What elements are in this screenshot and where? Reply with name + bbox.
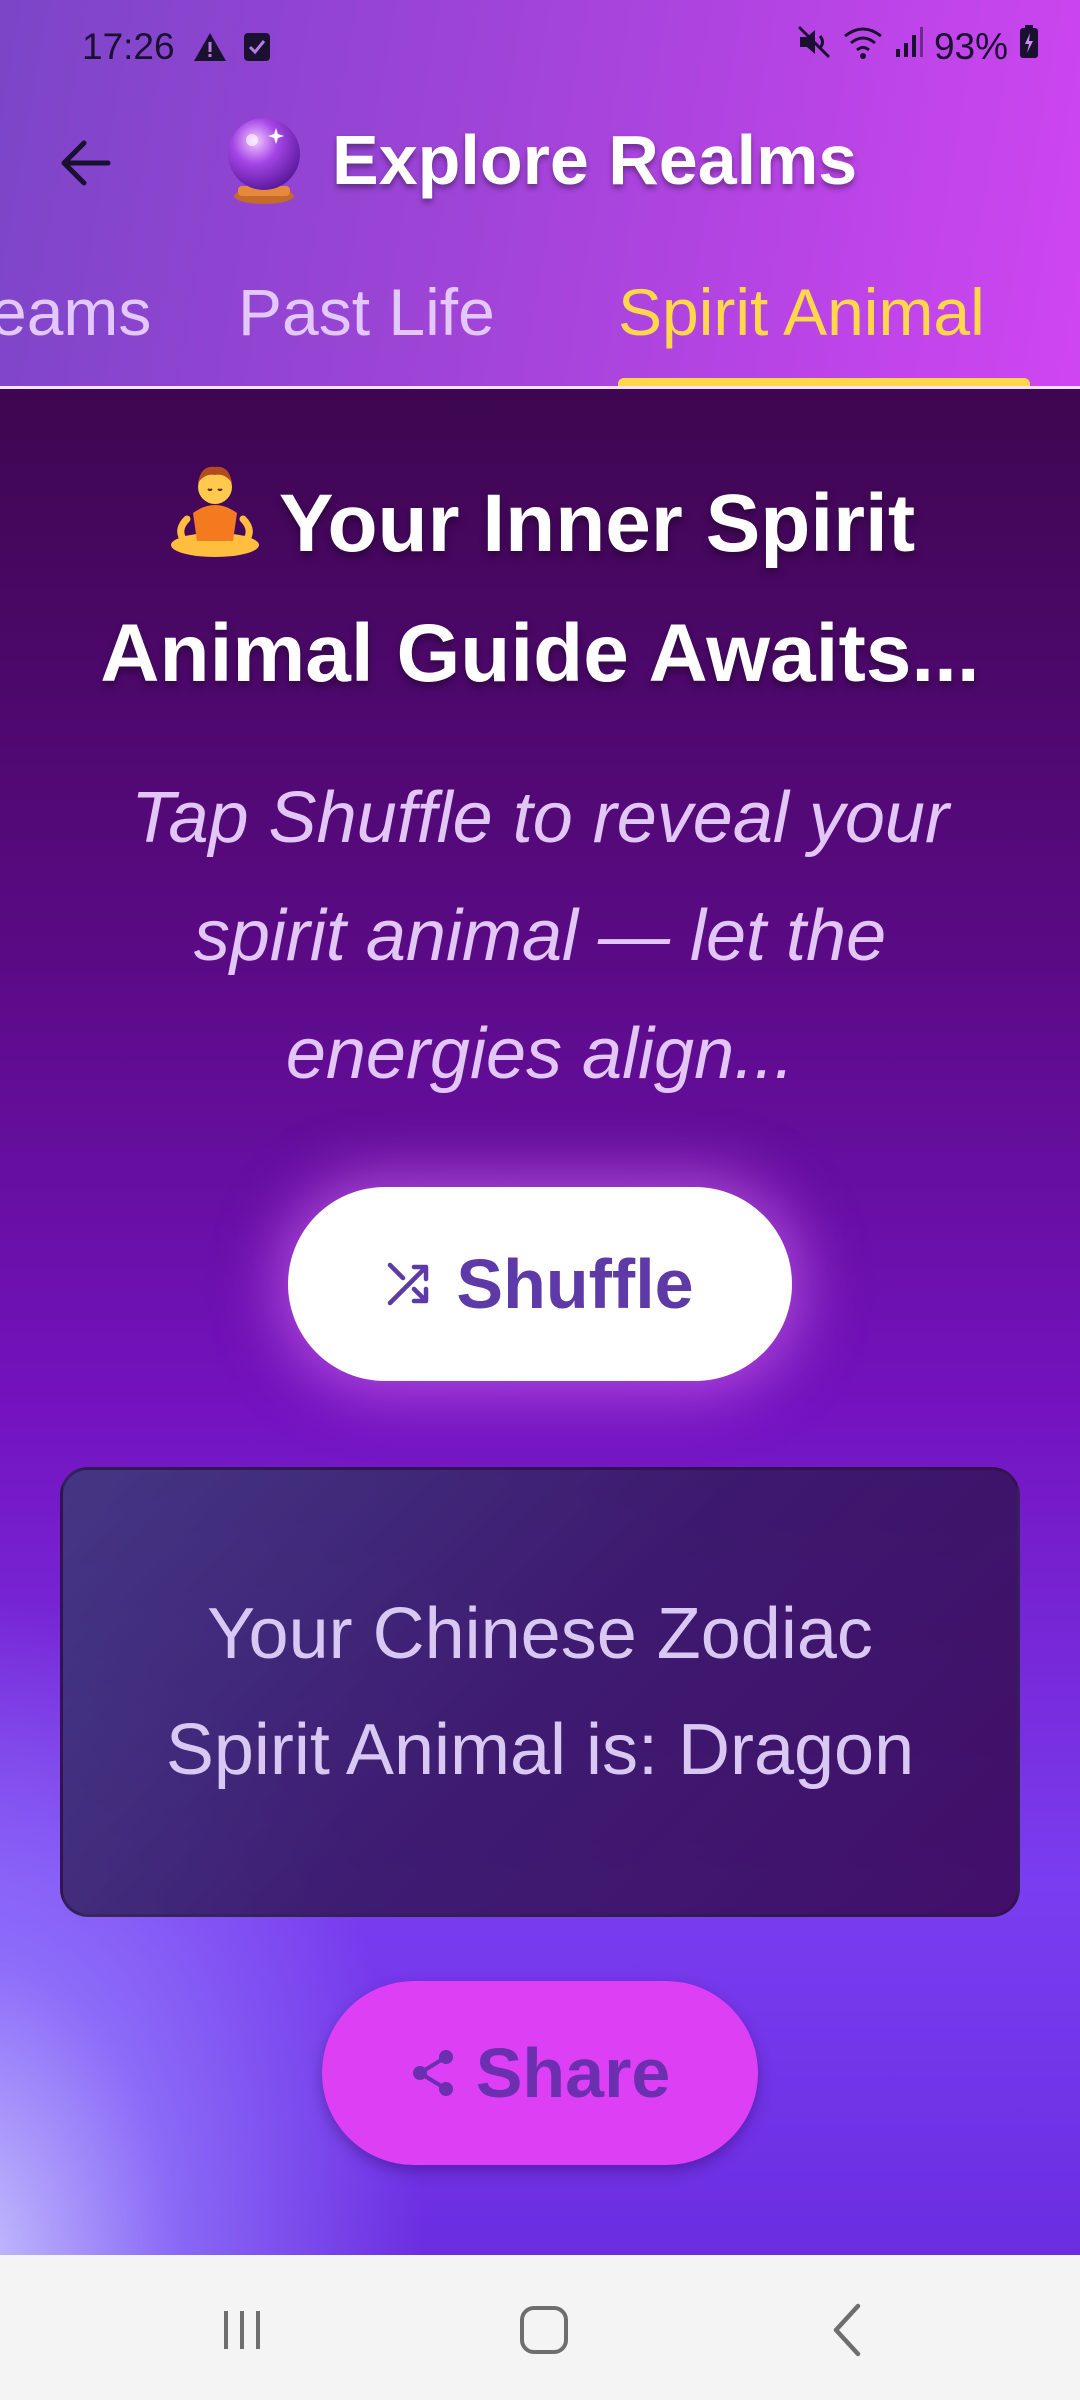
battery-charging-icon bbox=[1018, 24, 1040, 69]
nav-back-button[interactable] bbox=[808, 2295, 888, 2365]
headline: Your Inner Spirit Animal Guide Awaits... bbox=[40, 459, 1040, 719]
mute-icon bbox=[796, 24, 832, 69]
arrow-left-icon bbox=[61, 140, 111, 186]
status-bar: 17:26 93% bbox=[0, 0, 1080, 96]
shuffle-icon bbox=[388, 1262, 429, 1306]
recents-button[interactable] bbox=[202, 2295, 282, 2365]
signal-icon bbox=[894, 25, 924, 68]
share-icon bbox=[412, 2050, 453, 2096]
back-button[interactable] bbox=[50, 128, 120, 198]
task-check-icon bbox=[242, 30, 272, 72]
recents-icon bbox=[224, 2311, 260, 2349]
battery-percent: 93% bbox=[933, 25, 1008, 67]
wifi-icon bbox=[842, 24, 884, 69]
warning-icon bbox=[192, 30, 228, 72]
system-nav-bar bbox=[0, 2255, 1080, 2400]
result-text: Your Chinese Zodiac Spirit Animal is: Dr… bbox=[165, 1594, 915, 1790]
tab-spirit-animal[interactable]: Spirit Animal bbox=[618, 274, 985, 350]
app-header: 17:26 93% Explore Realms eams Past Life … bbox=[0, 0, 1080, 389]
tab-past-life[interactable]: Past Life bbox=[238, 274, 495, 350]
status-notification-icons bbox=[192, 30, 272, 72]
app-bar: Explore Realms bbox=[0, 96, 1080, 226]
shuffle-button[interactable]: Shuffle bbox=[288, 1187, 792, 1381]
tab-bar: eams Past Life Spirit Animal bbox=[0, 248, 1080, 388]
page-title: Explore Realms bbox=[332, 121, 858, 199]
share-label: Share bbox=[475, 2034, 671, 2112]
meditating-person-icon bbox=[165, 461, 265, 561]
status-system-icons: 93% bbox=[796, 24, 1040, 69]
subtitle: Tap Shuffle to reveal your spirit animal… bbox=[131, 778, 949, 1094]
result-card: Your Chinese Zodiac Spirit Animal is: Dr… bbox=[60, 1467, 1020, 1917]
shuffle-label: Shuffle bbox=[456, 1245, 694, 1323]
title-wrap: Explore Realms bbox=[218, 114, 857, 206]
crystal-ball-icon bbox=[218, 114, 310, 206]
spirit-animal-content: Your Inner Spirit Animal Guide Awaits...… bbox=[0, 389, 1080, 2255]
status-time: 17:26 bbox=[82, 26, 175, 67]
home-button[interactable] bbox=[504, 2295, 584, 2365]
share-button[interactable]: Share bbox=[322, 1981, 758, 2165]
tab-indicator bbox=[618, 378, 1030, 386]
chevron-left-icon bbox=[833, 2303, 861, 2357]
tab-dreams[interactable]: eams bbox=[0, 274, 151, 350]
home-icon bbox=[520, 2306, 568, 2354]
